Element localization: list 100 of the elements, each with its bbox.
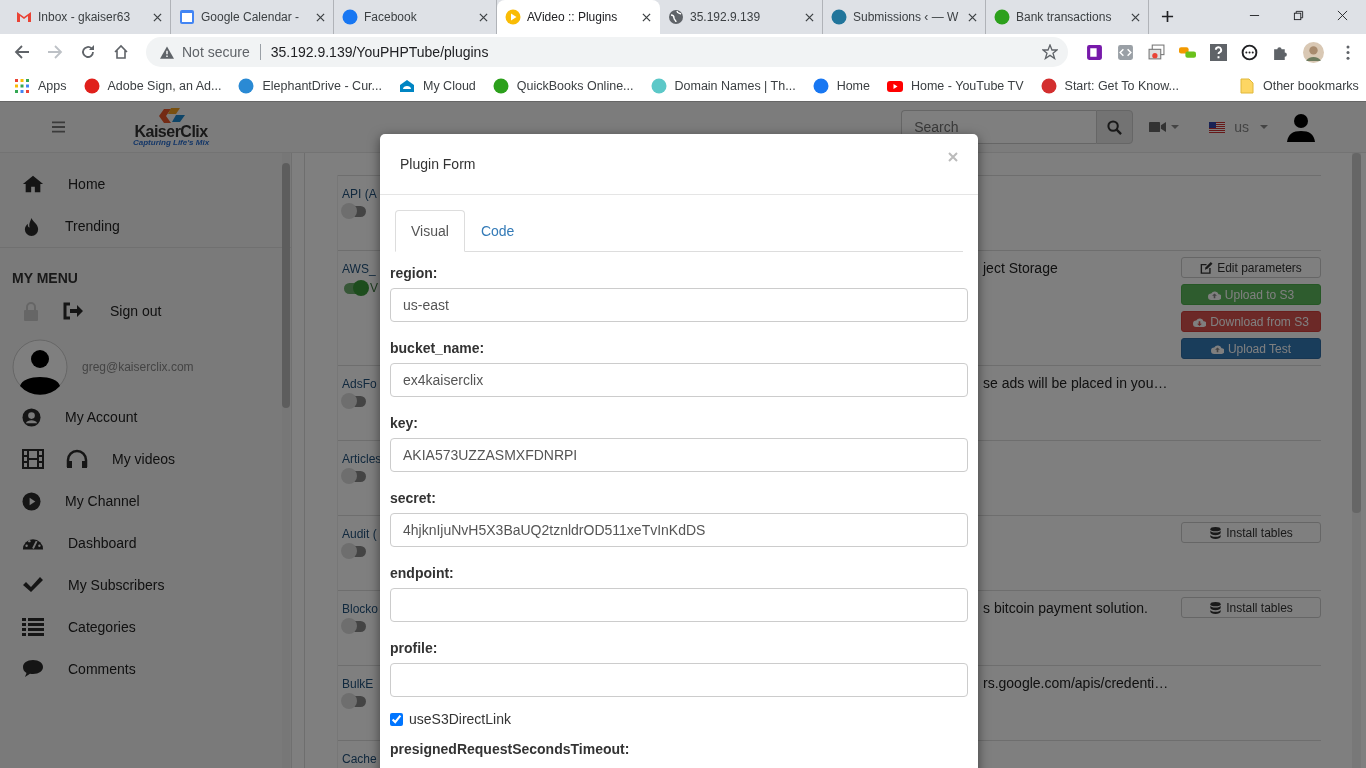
user-avatar-icon[interactable] xyxy=(12,339,68,395)
plugin-name[interactable]: Articles xyxy=(342,452,382,466)
globe-icon xyxy=(668,9,684,25)
address-bar[interactable]: Not secure 35.192.9.139/YouPHPTube/plugins xyxy=(146,37,1068,67)
help-icon[interactable] xyxy=(1210,43,1227,61)
menu-icon[interactable] xyxy=(52,121,65,133)
plugin-button[interactable]: Install tables xyxy=(1181,597,1321,618)
restore-icon[interactable] xyxy=(1293,10,1304,21)
star-icon[interactable] xyxy=(1042,44,1058,60)
language-dropdown[interactable]: us xyxy=(1195,119,1268,135)
toggle-switch[interactable] xyxy=(344,546,366,557)
input-field[interactable]: ex4kaiserclix xyxy=(390,363,968,397)
bookmark[interactable]: Domain Names | Th... xyxy=(650,77,796,94)
plugin-name[interactable]: Blocko xyxy=(342,602,379,616)
form-tab[interactable]: Visual xyxy=(395,210,465,252)
mail-icon xyxy=(16,9,32,25)
close-icon[interactable] xyxy=(642,12,651,22)
apps-grid-icon xyxy=(14,77,30,94)
menu-icon[interactable] xyxy=(1346,44,1350,60)
plugin-name[interactable]: Audit ( xyxy=(342,527,377,541)
close-icon[interactable] xyxy=(316,12,325,22)
edit-icon xyxy=(1200,261,1214,274)
new-tab-icon[interactable] xyxy=(1161,10,1174,23)
video-camera-icon xyxy=(1149,121,1167,133)
plugin-button[interactable]: Edit parameters xyxy=(1181,257,1321,278)
plugin-name[interactable]: Cache xyxy=(342,752,377,766)
play-icon xyxy=(505,9,521,25)
windows-stack-icon[interactable] xyxy=(1148,43,1165,61)
reload-icon[interactable] xyxy=(80,44,96,60)
bookmark[interactable]: Home - YouTube TV xyxy=(886,77,1024,94)
user-avatar-icon[interactable] xyxy=(1286,112,1316,142)
field-label: profile: xyxy=(390,640,439,656)
close-icon[interactable] xyxy=(1131,12,1140,22)
browser-tab[interactable]: Submissions ‹ — W xyxy=(823,0,986,34)
input-field[interactable] xyxy=(390,663,968,697)
browser-tab[interactable]: AVideo :: Plugins xyxy=(497,0,660,34)
sidebar-item[interactable]: Comments xyxy=(0,648,291,690)
bookmark[interactable]: Home xyxy=(812,77,870,94)
plugin-description: rs.google.com/apis/credenti… xyxy=(983,675,1169,691)
input-field[interactable]: us-east xyxy=(390,288,968,322)
input-field[interactable]: AKIA573UZZASMXFDNRPI xyxy=(390,438,968,472)
caret-icon xyxy=(1260,125,1268,129)
home-icon xyxy=(22,174,44,194)
sign-out-icon xyxy=(62,301,84,321)
sidebar-item[interactable]: My Subscribers xyxy=(0,564,291,606)
plugin-button[interactable]: Install tables xyxy=(1181,522,1321,543)
input-field[interactable]: 4hjknIjuNvH5X3BaUQ2tznldrOD511xeTvInKdDS xyxy=(390,513,968,547)
bookmark[interactable]: Adobe Sign, an Ad... xyxy=(83,77,222,94)
caret-icon xyxy=(1171,125,1180,129)
chat-circle-icon[interactable] xyxy=(1241,43,1258,61)
bookmark[interactable]: QuickBooks Online... xyxy=(492,77,634,94)
bookmark[interactable]: My Cloud xyxy=(399,77,476,94)
plugin-button[interactable]: Download from S3 xyxy=(1181,311,1321,332)
toggle-switch[interactable] xyxy=(344,621,366,632)
warning-icon xyxy=(160,45,174,59)
bookmark-folder[interactable]: Other bookmarks xyxy=(1238,77,1359,94)
notebook-icon[interactable] xyxy=(1086,43,1103,61)
plugin-button[interactable]: Upload Test xyxy=(1181,338,1321,359)
close-icon[interactable] xyxy=(968,12,977,22)
field-label: region: xyxy=(390,265,439,281)
close-icon[interactable] xyxy=(153,12,162,22)
list-icon xyxy=(22,617,44,637)
plugin-name[interactable]: AWS_ xyxy=(342,262,376,276)
plugin-description: se ads will be placed in you… xyxy=(983,375,1168,391)
avatar-icon[interactable] xyxy=(1303,41,1324,63)
home-icon[interactable] xyxy=(113,44,129,60)
plugin-name[interactable]: API (A xyxy=(342,187,377,201)
bookmark[interactable]: ElephantDrive - Cur... xyxy=(238,77,382,94)
form-tab[interactable]: Code xyxy=(464,210,531,252)
toggle-switch[interactable] xyxy=(344,396,366,407)
bookmark[interactable]: Apps xyxy=(14,77,67,94)
sidebar-item[interactable]: My Channel xyxy=(0,480,291,522)
input-field[interactable] xyxy=(390,588,968,622)
sidebar-item[interactable]: Dashboard xyxy=(0,522,291,564)
back-arrow-icon[interactable] xyxy=(14,44,30,60)
plugin-description: s bitcoin payment solution. xyxy=(983,600,1148,616)
toggle-switch[interactable] xyxy=(344,471,366,482)
database-icon xyxy=(1209,601,1223,614)
sidebar-item[interactable]: My videos xyxy=(0,438,291,480)
camera-dropdown[interactable] xyxy=(1149,121,1180,133)
toggle-switch[interactable] xyxy=(344,282,366,294)
bookmark[interactable]: Start: Get To Know... xyxy=(1040,77,1179,94)
toggle-switch[interactable] xyxy=(344,206,366,217)
scrollbar[interactable] xyxy=(1352,153,1361,768)
cloud-upload-icon xyxy=(1210,342,1224,355)
toggle-switch[interactable] xyxy=(344,696,366,707)
plugin-version: V xyxy=(370,281,378,295)
close-icon[interactable] xyxy=(1337,10,1348,21)
browser-tab[interactable]: Bank transactions xyxy=(986,0,1149,34)
plugin-name[interactable]: AdsFo xyxy=(342,377,377,391)
plugin-name[interactable]: BulkE xyxy=(342,677,374,691)
code-icon[interactable] xyxy=(1117,43,1134,61)
browser-tab[interactable]: 35.192.9.139 xyxy=(660,0,823,34)
checkbox[interactable] xyxy=(390,712,403,726)
browser-tab[interactable]: Google Calendar - xyxy=(171,0,334,34)
browser-tab[interactable]: Inbox - gkaiser63 xyxy=(8,0,171,34)
close-icon[interactable] xyxy=(479,12,488,22)
search-button[interactable] xyxy=(1096,110,1134,144)
close-icon[interactable] xyxy=(805,12,814,22)
sidebar-item[interactable]: Categories xyxy=(0,606,291,648)
